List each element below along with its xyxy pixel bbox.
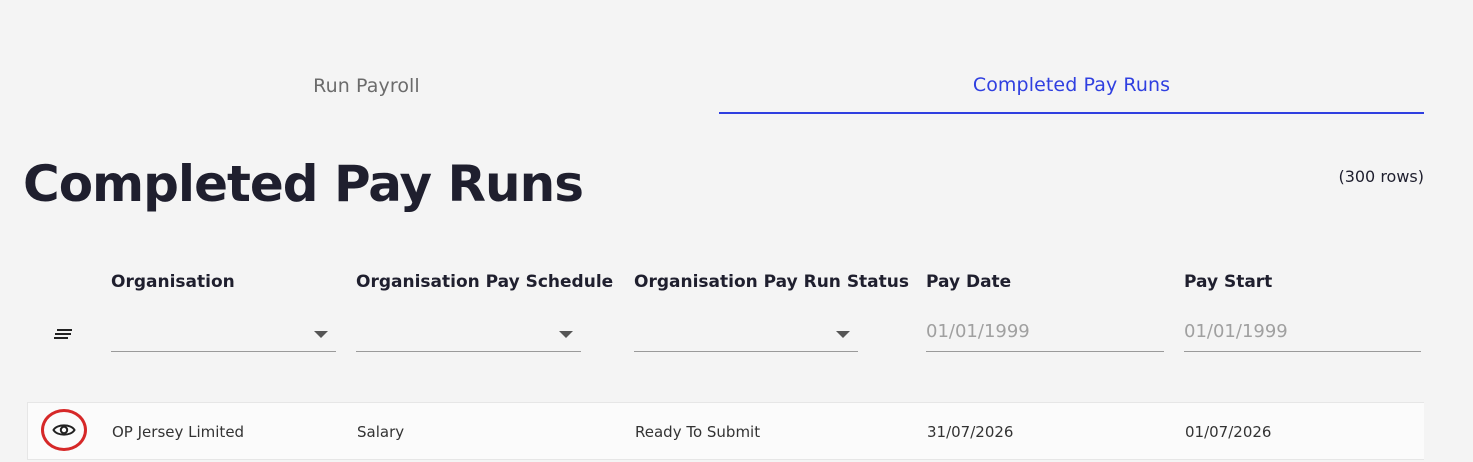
cell-organisation: OP Jersey Limited — [112, 423, 245, 441]
pay-schedule-filter-select[interactable] — [356, 312, 581, 352]
table-row[interactable]: OP Jersey Limited Salary Ready To Submit… — [27, 402, 1424, 460]
tab-run-payroll[interactable]: Run Payroll — [14, 58, 719, 114]
tab-run-payroll-label: Run Payroll — [313, 75, 420, 97]
pay-start-input[interactable] — [1184, 312, 1421, 350]
cell-pay-start: 01/07/2026 — [1185, 423, 1272, 441]
tab-bar: Run Payroll Completed Pay Runs — [14, 58, 1424, 114]
eye-icon — [52, 424, 76, 436]
sort-lines-icon[interactable] — [54, 326, 74, 342]
column-header-organisation: Organisation — [111, 272, 235, 292]
pay-date-input[interactable] — [926, 312, 1164, 350]
view-button[interactable] — [41, 409, 87, 451]
cell-pay-date: 31/07/2026 — [927, 423, 1014, 441]
cell-status: Ready To Submit — [635, 423, 761, 441]
cell-pay-schedule: Salary — [357, 423, 405, 441]
caret-down-icon — [314, 331, 328, 338]
caret-down-icon — [559, 331, 573, 338]
caret-down-icon — [836, 331, 850, 338]
tab-completed-pay-runs[interactable]: Completed Pay Runs — [719, 58, 1424, 114]
page-title: Completed Pay Runs — [23, 155, 584, 213]
column-header-pay-date: Pay Date — [926, 272, 1012, 292]
organisation-filter-select[interactable] — [111, 312, 336, 352]
pay-date-filter — [926, 312, 1164, 352]
tab-completed-pay-runs-label: Completed Pay Runs — [972, 74, 1171, 96]
pay-start-filter — [1184, 312, 1421, 352]
column-header-pay-run-status: Organisation Pay Run Status — [634, 272, 910, 292]
column-header-pay-start: Pay Start — [1184, 272, 1273, 292]
row-count: (300 rows) — [1338, 167, 1424, 186]
pay-run-status-filter-select[interactable] — [634, 312, 858, 352]
column-header-pay-schedule: Organisation Pay Schedule — [356, 272, 614, 292]
